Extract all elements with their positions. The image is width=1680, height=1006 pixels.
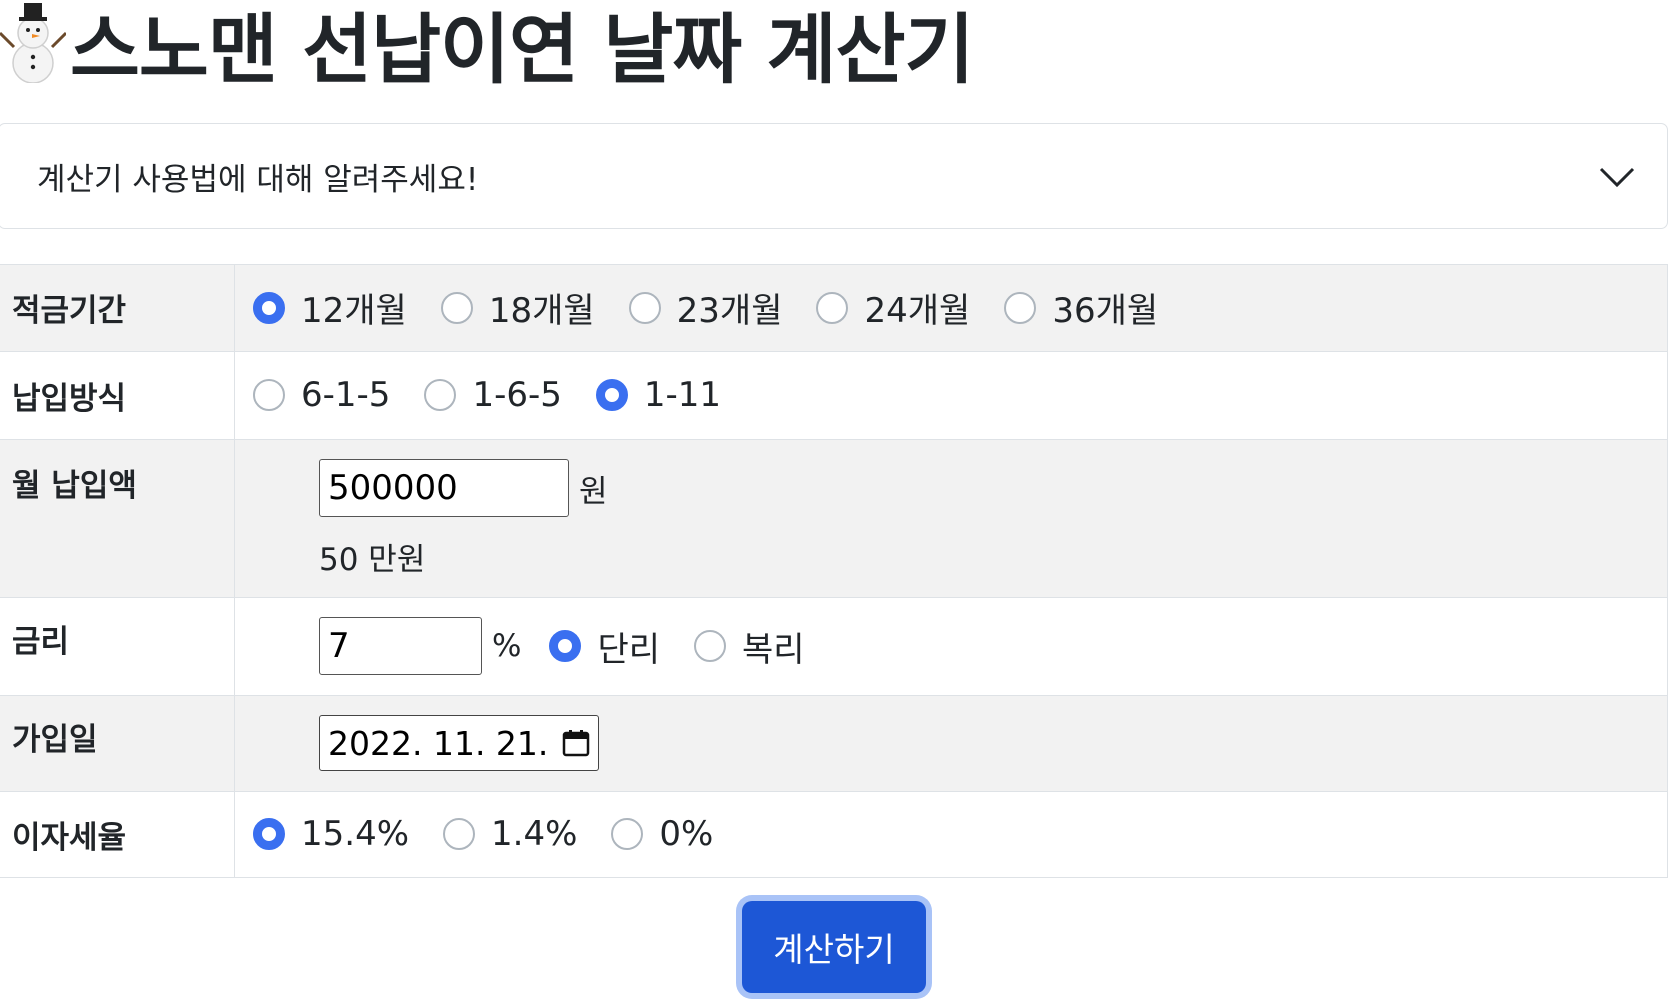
calendar-icon[interactable] <box>562 729 590 757</box>
radio-option[interactable]: 18개월 <box>440 283 595 332</box>
radio-option-label: 18개월 <box>488 291 595 331</box>
radio-button[interactable] <box>424 379 457 411</box>
radio-option-label: 복리 <box>742 629 805 670</box>
row-rate: 금리 % 단리 복리 <box>0 597 1668 696</box>
radio-option-label: 1-11 <box>643 375 722 415</box>
radio-option-label: 단리 <box>597 629 661 670</box>
radio-button[interactable] <box>1004 291 1037 324</box>
join-date-value: 2022. 11. 21. <box>328 723 549 763</box>
row-method: 납입방식 6-1-5 1-6-5 1-11 <box>0 351 1668 440</box>
radio-option[interactable]: 12개월 <box>253 283 407 332</box>
monthly-unit: 원 <box>579 473 608 510</box>
method-radio-group: 6-1-5 1-6-5 1-11 <box>253 352 1667 438</box>
snowman-icon <box>0 2 66 83</box>
row-label-method: 납입방식 <box>0 351 235 440</box>
radio-option[interactable]: 6-1-5 <box>253 375 390 415</box>
calculate-button[interactable]: 계산하기 <box>742 901 926 993</box>
radio-option[interactable]: 1-6-5 <box>424 375 562 415</box>
chevron-down-icon <box>1599 167 1635 188</box>
tax-rate-radio-group: 15.4% 1.4% 0% <box>253 792 1667 876</box>
radio-option-label: 12개월 <box>301 291 407 331</box>
monthly-amount-input[interactable] <box>319 459 569 517</box>
radio-button[interactable] <box>694 630 727 662</box>
radio-button-selected[interactable] <box>253 291 285 324</box>
radio-option-label: 24개월 <box>864 291 971 331</box>
settings-table: 적금기간 12개월 18개월 23개월 24개월 36개월 납입방식 6-1-5 1-6-… <box>0 264 1668 878</box>
radio-button-selected[interactable] <box>549 630 582 662</box>
radio-option[interactable]: 15.4% <box>253 814 409 854</box>
radio-option-label: 15.4% <box>301 814 410 854</box>
radio-option-label: 1.4% <box>491 814 578 854</box>
join-date-input[interactable]: 2022. 11. 21. <box>319 715 599 771</box>
radio-option[interactable]: 24개월 <box>816 283 970 332</box>
row-value-monthly: 원 50 만원 <box>234 439 1668 598</box>
usage-accordion[interactable]: 계산기 사용법에 대해 알려주세요! <box>0 123 1668 229</box>
row-value-join-date: 2022. 11. 21. <box>234 695 1668 792</box>
row-label-monthly: 월 납입액 <box>0 439 235 598</box>
radio-option[interactable]: 23개월 <box>628 283 783 332</box>
radio-option-label: 1-6-5 <box>472 375 562 415</box>
monthly-amount-hint: 50 만원 <box>319 541 426 578</box>
radio-button[interactable] <box>443 818 476 850</box>
radio-option-label: 6-1-5 <box>301 375 391 415</box>
row-value-tax: 15.4% 1.4% 0% <box>234 791 1668 878</box>
page-title-text: 스노맨 선납이연 날짜 계산기 <box>70 4 974 94</box>
radio-option-label: 36개월 <box>1052 291 1159 331</box>
row-join-date: 가입일 2022. 11. 21. <box>0 695 1668 792</box>
row-value-method: 6-1-5 1-6-5 1-11 <box>234 351 1668 440</box>
row-period: 적금기간 12개월 18개월 23개월 24개월 36개월 <box>0 264 1668 352</box>
radio-option-label: 0% <box>659 814 714 854</box>
row-tax: 이자세율 15.4% 1.4% 0% <box>0 791 1668 878</box>
radio-button[interactable] <box>611 818 644 850</box>
row-label-rate: 금리 <box>0 597 235 696</box>
row-label-tax: 이자세율 <box>0 791 235 878</box>
row-label-period: 적금기간 <box>0 264 235 352</box>
row-value-rate: % 단리 복리 <box>234 597 1668 696</box>
row-monthly: 월 납입액 원 50 만원 <box>0 439 1668 598</box>
radio-button[interactable] <box>253 379 285 411</box>
radio-option[interactable]: 36개월 <box>1004 283 1158 332</box>
row-value-period: 12개월 18개월 23개월 24개월 36개월 <box>234 264 1668 352</box>
row-label-join-date: 가입일 <box>0 695 235 792</box>
radio-button[interactable] <box>628 291 661 324</box>
interest-type-radio-group: 단리 복리 <box>549 622 838 671</box>
accordion-label: 계산기 사용법에 대해 알려주세요! <box>37 161 479 198</box>
radio-option[interactable]: 복리 <box>694 622 805 671</box>
page-title: 스노맨 선납이연 날짜 계산기 <box>0 0 1000 94</box>
radio-option[interactable]: 1-11 <box>595 375 722 415</box>
radio-button[interactable] <box>440 291 473 324</box>
radio-option[interactable]: 단리 <box>549 622 660 671</box>
radio-button-selected[interactable] <box>253 818 285 850</box>
radio-button[interactable] <box>816 291 849 324</box>
radio-option[interactable]: 0% <box>611 814 713 854</box>
interest-rate-input[interactable] <box>319 617 482 675</box>
radio-button-selected[interactable] <box>595 379 628 411</box>
radio-option-label: 23개월 <box>676 291 783 331</box>
radio-option[interactable]: 1.4% <box>443 814 577 854</box>
rate-unit: % <box>492 628 522 664</box>
period-radio-group: 12개월 18개월 23개월 24개월 36개월 <box>253 265 1667 350</box>
